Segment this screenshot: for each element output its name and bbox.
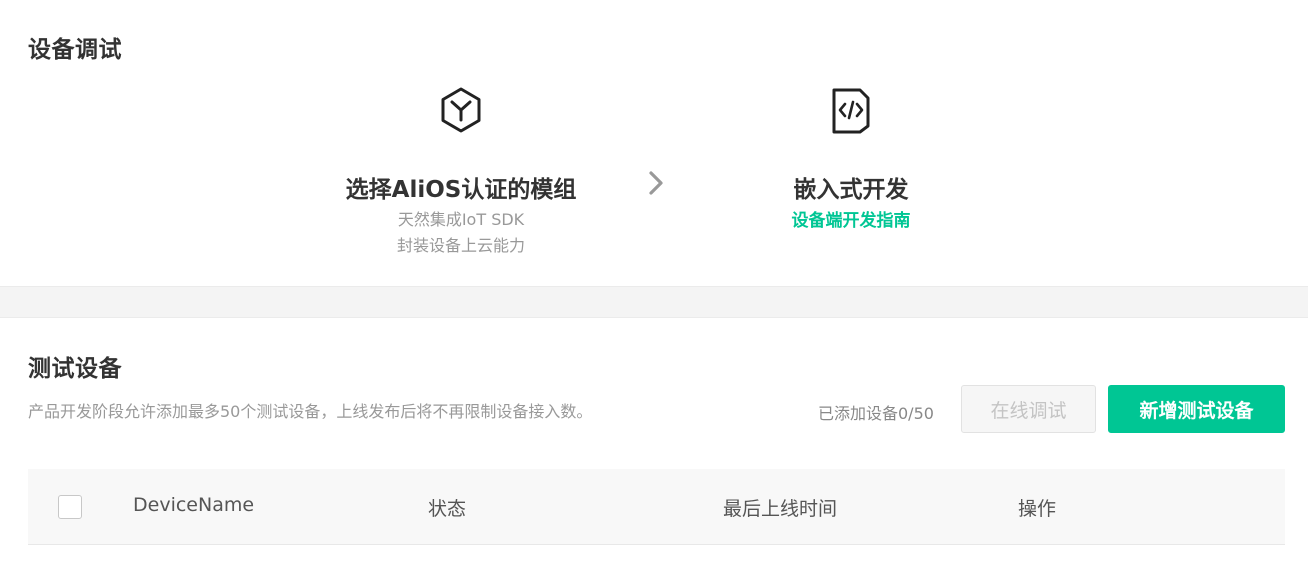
step-desc-line1: 天然集成IoT SDK [397, 210, 525, 229]
device-count-label: 已添加设备0/50 [818, 404, 934, 423]
chevron-right-icon [645, 170, 667, 196]
test-devices-description: 产品开发阶段允许添加最多50个测试设备，上线发布后将不再限制设备接入数。 [28, 402, 593, 421]
add-test-device-button[interactable]: 新增测试设备 [1108, 385, 1285, 433]
device-dev-guide-link[interactable]: 设备端开发指南 [701, 206, 1001, 231]
section-divider [0, 286, 1308, 318]
module-cube-icon [439, 86, 483, 138]
step-select-module: 选择AliOS认证的模组 天然集成IoT SDK 封装设备上云能力 [311, 86, 611, 266]
device-debug-title: 设备调试 [28, 37, 122, 63]
step-title: 嵌入式开发 [793, 177, 909, 203]
column-header-actions: 操作 [1018, 498, 1057, 520]
code-file-icon [829, 86, 873, 140]
column-header-status: 状态 [428, 498, 467, 520]
step-embedded-dev: 嵌入式开发 设备端开发指南 [701, 86, 1001, 266]
device-debug-panel: 设备调试 选择AliOS认证的模组 天然集成IoT SDK 封装设备上云能力 嵌… [0, 0, 1308, 286]
online-debug-button[interactable]: 在线调试 [961, 385, 1096, 433]
column-header-devicename: DeviceName [133, 494, 255, 516]
select-all-checkbox[interactable] [58, 495, 82, 519]
device-table-header: DeviceName 状态 最后上线时间 操作 [28, 469, 1285, 545]
column-header-last-online: 最后上线时间 [723, 498, 838, 520]
step-title: 选择AliOS认证的模组 [345, 177, 577, 203]
test-devices-title: 测试设备 [28, 356, 122, 382]
step-desc-line2: 封装设备上云能力 [396, 236, 525, 255]
